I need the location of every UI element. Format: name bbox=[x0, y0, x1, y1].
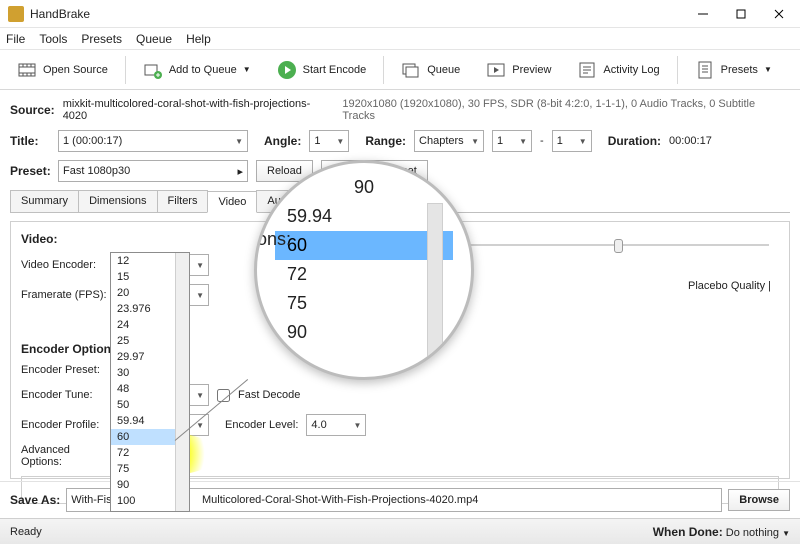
menu-help[interactable]: Help bbox=[186, 32, 211, 46]
start-encode-label: Start Encode bbox=[303, 64, 367, 76]
app-icon bbox=[8, 6, 24, 22]
start-encode-button[interactable]: Start Encode bbox=[268, 56, 376, 84]
preset-label: Preset: bbox=[10, 164, 50, 178]
placebo-label: Placebo Quality | bbox=[688, 280, 771, 292]
title-label: Title: bbox=[10, 134, 50, 148]
angle-label: Angle: bbox=[264, 134, 301, 148]
preview-label: Preview bbox=[512, 64, 551, 76]
advopt-label: Advanced Options: bbox=[21, 444, 111, 468]
enclevel-label: Encoder Level: bbox=[225, 419, 298, 431]
range-type-select[interactable]: Chapters▼ bbox=[414, 130, 484, 152]
menu-tools[interactable]: Tools bbox=[39, 32, 67, 46]
saveas-label: Save As: bbox=[10, 493, 60, 507]
close-button[interactable] bbox=[760, 0, 798, 28]
window-title: HandBrake bbox=[30, 7, 684, 21]
enclevel-select[interactable]: 4.0▼ bbox=[306, 414, 366, 436]
saveas-suffix: Multicolored-Coral-Shot-With-Fish-Projec… bbox=[202, 494, 478, 506]
status-ready: Ready bbox=[10, 526, 42, 538]
preset-select[interactable]: Fast 1080p30▸ bbox=[58, 160, 248, 182]
quality-slider[interactable] bbox=[431, 232, 769, 256]
chevron-down-icon[interactable]: ▼ bbox=[764, 65, 772, 74]
source-name: mixkit-multicolored-coral-shot-with-fish… bbox=[63, 98, 335, 122]
tab-video[interactable]: Video bbox=[207, 191, 257, 213]
angle-select[interactable]: 1▼ bbox=[309, 130, 349, 152]
zoom-ons: ons: bbox=[257, 229, 291, 250]
fastdecode-label: Fast Decode bbox=[238, 389, 300, 401]
menu-queue[interactable]: Queue bbox=[136, 32, 172, 46]
tab-filters[interactable]: Filters bbox=[157, 190, 209, 212]
whendone-value[interactable]: Do nothing bbox=[726, 527, 779, 539]
queue-button[interactable]: Queue bbox=[392, 56, 469, 84]
statusbar: Ready When Done: Do nothing ▼ bbox=[0, 518, 800, 544]
dropdown-scrollbar[interactable] bbox=[175, 253, 189, 511]
toolbar: Open Source Add to Queue ▼ Start Encode … bbox=[0, 50, 800, 90]
preview-icon bbox=[486, 60, 506, 80]
presets-label: Presets bbox=[721, 64, 758, 76]
encoder-label: Video Encoder: bbox=[21, 259, 111, 271]
menu-presets[interactable]: Presets bbox=[81, 32, 122, 46]
presets-button[interactable]: Presets ▼ bbox=[686, 56, 781, 84]
encprofile-label: Encoder Profile: bbox=[21, 419, 111, 431]
activity-log-button[interactable]: Activity Log bbox=[568, 56, 668, 84]
range-label: Range: bbox=[365, 134, 406, 148]
encpreset-label: Encoder Preset: bbox=[21, 364, 111, 376]
minimize-button[interactable] bbox=[684, 0, 722, 28]
whendone-label: When Done: bbox=[653, 525, 723, 539]
film-icon bbox=[17, 60, 37, 80]
duration-value: 00:00:17 bbox=[669, 135, 712, 147]
play-icon bbox=[277, 60, 297, 80]
source-meta: 1920x1080 (1920x1080), 30 FPS, SDR (8-bi… bbox=[342, 98, 790, 122]
chevron-down-icon[interactable]: ▼ bbox=[243, 65, 251, 74]
maximize-button[interactable] bbox=[722, 0, 760, 28]
enctune-label: Encoder Tune: bbox=[21, 389, 111, 401]
range-dash: - bbox=[540, 135, 544, 147]
add-queue-label: Add to Queue bbox=[169, 64, 237, 76]
annotation-zoom-callout: 90 ons: 59.94 60 72 75 90 bbox=[254, 160, 474, 380]
queue-label: Queue bbox=[427, 64, 460, 76]
menu-file[interactable]: File bbox=[6, 32, 25, 46]
range-from-select[interactable]: 1▼ bbox=[492, 130, 532, 152]
queue-icon bbox=[401, 60, 421, 80]
chevron-down-icon[interactable]: ▼ bbox=[782, 529, 790, 538]
tab-dimensions[interactable]: Dimensions bbox=[78, 190, 157, 212]
source-label: Source: bbox=[10, 103, 55, 117]
log-icon bbox=[577, 60, 597, 80]
titlebar: HandBrake bbox=[0, 0, 800, 28]
open-source-label: Open Source bbox=[43, 64, 108, 76]
add-queue-button[interactable]: Add to Queue ▼ bbox=[134, 56, 260, 84]
fps-label: Framerate (FPS): bbox=[21, 289, 111, 301]
title-select[interactable]: 1 (00:00:17)▼ bbox=[58, 130, 248, 152]
preview-button[interactable]: Preview bbox=[477, 56, 560, 84]
fps-dropdown-list[interactable]: 12 15 20 23.976 24 25 29.97 30 48 50 59.… bbox=[110, 252, 190, 512]
activity-log-label: Activity Log bbox=[603, 64, 659, 76]
browse-button[interactable]: Browse bbox=[728, 489, 790, 511]
tab-summary[interactable]: Summary bbox=[10, 190, 79, 212]
add-icon bbox=[143, 60, 163, 80]
duration-label: Duration: bbox=[608, 134, 661, 148]
presets-icon bbox=[695, 60, 715, 80]
range-to-select[interactable]: 1▼ bbox=[552, 130, 592, 152]
menubar: File Tools Presets Queue Help bbox=[0, 28, 800, 50]
open-source-button[interactable]: Open Source bbox=[8, 56, 117, 84]
zoom-scrollbar bbox=[427, 203, 443, 363]
